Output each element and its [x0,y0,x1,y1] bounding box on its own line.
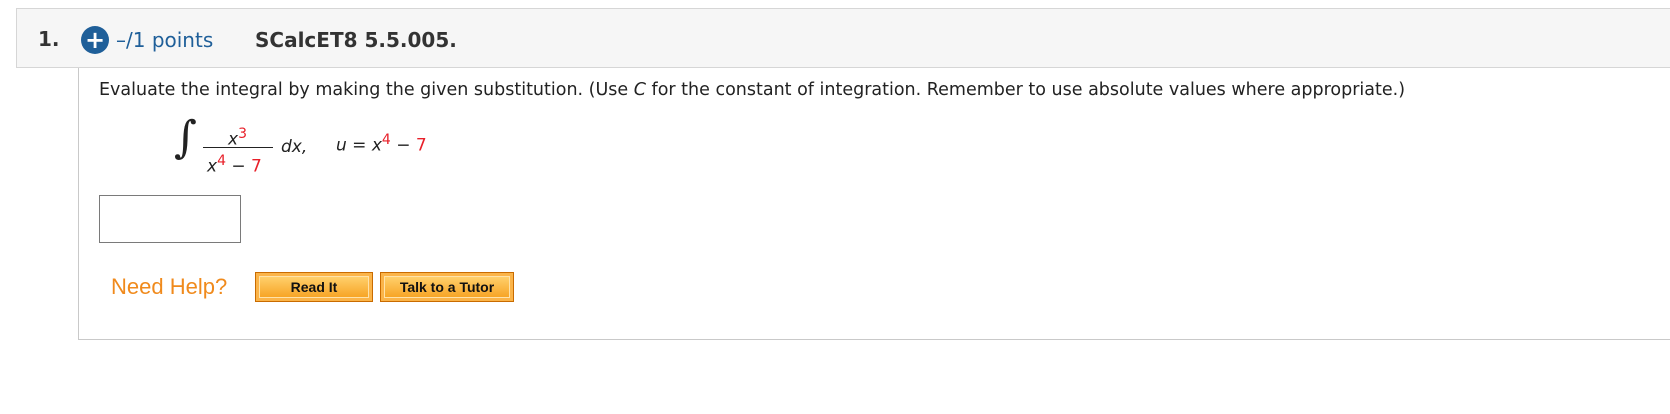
points-label: –/1 points [116,28,214,52]
substitution-exponent: 4 [381,132,391,148]
substitution-lhs: u = x [336,135,382,156]
read-it-button[interactable]: Read It [255,272,373,302]
instructions-text: Evaluate the integral by making the give… [99,80,1405,100]
constant-variable: C [633,80,646,100]
substitution-operator: − [390,135,416,156]
substitution-constant: 7 [415,135,427,156]
denominator-exponent: 4 [217,153,226,169]
denominator-operator: − [225,156,252,177]
numerator-exponent: 3 [238,126,247,142]
integral-sign: ∫ [174,112,197,163]
denominator: x4 − 7 [207,153,262,177]
answer-input[interactable] [99,195,241,243]
substitution: u = x4 − 7 [336,132,427,156]
instructions-part2: for the constant of integration. Remembe… [645,80,1406,100]
differential: dx, [281,137,308,157]
instructions-part1: Evaluate the integral by making the give… [99,80,634,100]
talk-to-tutor-button[interactable]: Talk to a Tutor [380,272,514,302]
need-help-label: Need Help? [111,274,228,299]
denominator-base: x [207,156,218,177]
problem-code: SCalcET8 5.5.005. [255,28,457,52]
question-number: 1. [38,27,60,51]
read-it-label: Read It [259,276,369,298]
denominator-constant: 7 [251,156,262,177]
plus-circle-icon[interactable]: + [81,26,109,54]
talk-to-tutor-label: Talk to a Tutor [384,276,510,298]
fraction-bar [203,147,273,148]
